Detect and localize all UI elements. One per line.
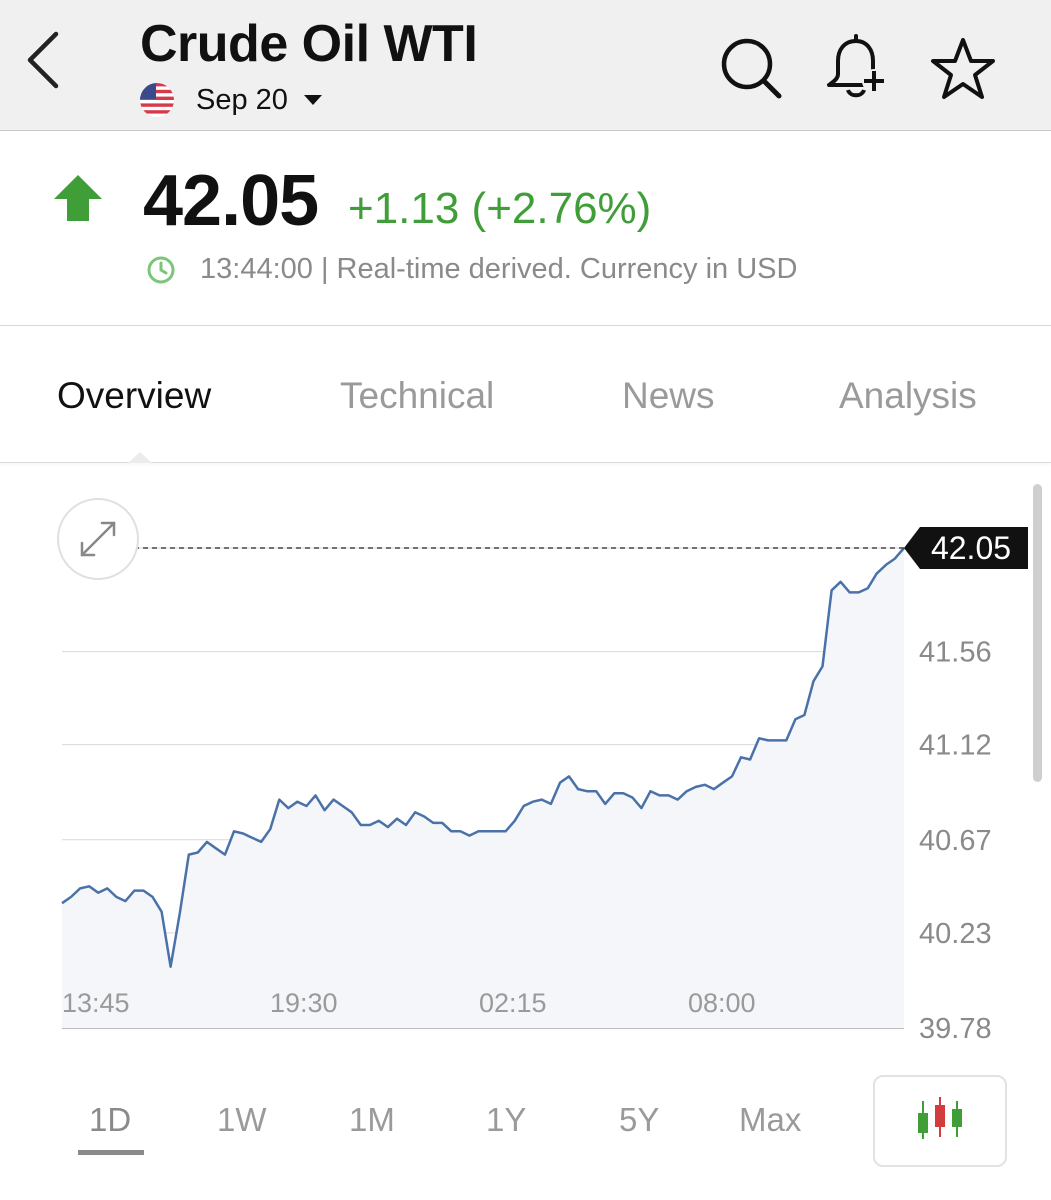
x-tick-label: 08:00: [688, 988, 756, 1018]
page-title: Crude Oil WTI: [140, 15, 478, 73]
candlestick-chart-icon: [918, 1097, 962, 1139]
tab-overview[interactable]: Overview: [57, 374, 211, 418]
dropdown-caret-icon: [303, 95, 322, 105]
up-arrow-icon: [54, 175, 102, 221]
price-chart[interactable]: 42.05 39.78 40.23 40.67 41.12 41.56 13:45 19:…: [0, 470, 1051, 1060]
section-tabs: Overview Technical News Analysis: [0, 330, 1051, 463]
last-price: 42.05: [143, 161, 319, 241]
expand-chart-button[interactable]: [57, 498, 139, 580]
range-1y[interactable]: 1Y: [486, 1100, 526, 1140]
x-tick-label: 02:15: [479, 988, 547, 1018]
clock-icon: [147, 256, 175, 283]
x-tick-label: 13:45: [62, 988, 130, 1018]
y-tick-label: 40.67: [919, 825, 992, 857]
tab-technical[interactable]: Technical: [340, 374, 494, 418]
watchlist-button[interactable]: [930, 34, 996, 104]
app-header: Crude Oil WTI Sep 20: [0, 0, 1051, 131]
range-5y[interactable]: 5Y: [619, 1100, 659, 1140]
active-range-underline: [78, 1150, 144, 1155]
chart-area-fill: [62, 548, 904, 1028]
y-tick-label: 40.23: [919, 918, 992, 950]
range-1w[interactable]: 1W: [217, 1100, 267, 1140]
search-icon: [721, 38, 782, 99]
quote-timestamp-row: 13:44:00 | Real-time derived. Currency i…: [146, 253, 797, 286]
quote-panel: 42.05 +1.13 (+2.76%) 13:44:00 | Real-tim…: [0, 131, 1051, 326]
quote-time-text: 13:44:00 | Real-time derived. Currency i…: [200, 253, 798, 285]
add-alert-bell-icon: [827, 34, 886, 98]
add-alert-button[interactable]: [824, 34, 890, 104]
us-flag-icon: [140, 83, 174, 117]
range-1d[interactable]: 1D: [89, 1100, 131, 1140]
watchlist-star-icon: [931, 38, 995, 99]
y-tick-label: 41.56: [919, 637, 992, 669]
y-tick-label: 39.78: [919, 1013, 992, 1045]
active-tab-indicator: [128, 452, 152, 463]
tab-analysis[interactable]: Analysis: [839, 374, 977, 418]
range-1m[interactable]: 1M: [349, 1100, 395, 1140]
chart-type-button[interactable]: [873, 1075, 1007, 1167]
search-button[interactable]: [718, 34, 784, 104]
current-price-tag: 42.05: [904, 527, 1028, 569]
chart-scrollbar[interactable]: [1033, 484, 1042, 782]
y-tick-label: 41.12: [919, 730, 992, 762]
back-chevron-icon: [27, 31, 59, 89]
current-price-label: 42.05: [931, 530, 1011, 566]
price-change: +1.13 (+2.76%): [348, 184, 652, 233]
tab-news[interactable]: News: [622, 374, 715, 418]
contract-selector[interactable]: Sep 20: [140, 80, 322, 120]
back-button[interactable]: [18, 28, 74, 92]
range-max[interactable]: Max: [739, 1100, 801, 1140]
x-tick-label: 19:30: [270, 988, 338, 1018]
contract-expiry: Sep 20: [196, 83, 288, 116]
